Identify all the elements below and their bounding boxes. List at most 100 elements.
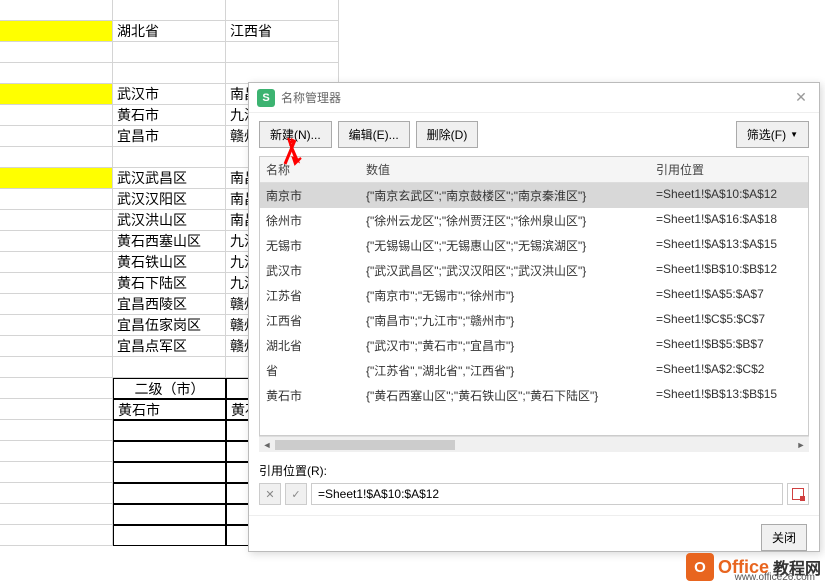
sheet-cell[interactable] bbox=[0, 147, 113, 168]
row-reference: =Sheet1!$B$10:$B$12 bbox=[650, 258, 800, 283]
name-list: 名称 数值 引用位置 南京市{"南京玄武区";"南京鼓楼区";"南京秦淮区"}=… bbox=[259, 156, 809, 436]
sheet-cell[interactable] bbox=[113, 147, 226, 168]
app-logo-icon: S bbox=[257, 89, 275, 107]
row-name: 省 bbox=[260, 358, 360, 383]
sheet-cell[interactable] bbox=[113, 0, 226, 21]
sheet-row bbox=[0, 42, 825, 63]
name-row[interactable]: 湖北省{"武汉市";"黄石市";"宜昌市"}=Sheet1!$B$5:$B$7 bbox=[260, 333, 808, 358]
sheet-cell[interactable] bbox=[0, 63, 113, 84]
new-button[interactable]: 新建(N)... bbox=[259, 121, 332, 148]
column-value[interactable]: 数值 bbox=[360, 157, 650, 182]
sheet-cell[interactable] bbox=[226, 42, 339, 63]
sheet-cell[interactable]: 黄石下陆区 bbox=[113, 273, 226, 294]
sheet-cell[interactable]: 黄石西塞山区 bbox=[113, 231, 226, 252]
sheet-cell[interactable] bbox=[0, 462, 113, 483]
scroll-right-icon[interactable]: ► bbox=[793, 437, 809, 453]
name-row[interactable]: 徐州市{"徐州云龙区";"徐州贾汪区";"徐州泉山区"}=Sheet1!$A$1… bbox=[260, 208, 808, 233]
list-scrollbar[interactable]: ◄ ► bbox=[259, 436, 809, 452]
sheet-cell[interactable]: 黄石市 bbox=[113, 105, 226, 126]
sheet-cell[interactable] bbox=[113, 420, 226, 441]
sheet-cell[interactable] bbox=[0, 252, 113, 273]
sheet-cell[interactable] bbox=[0, 42, 113, 63]
row-reference: =Sheet1!$A$13:$A$15 bbox=[650, 233, 800, 258]
row-value: {"南昌市";"九江市";"赣州市"} bbox=[360, 308, 650, 333]
sheet-cell[interactable]: 宜昌点军区 bbox=[113, 336, 226, 357]
name-row[interactable]: 武汉市{"武汉武昌区";"武汉汉阳区";"武汉洪山区"}=Sheet1!$B$1… bbox=[260, 258, 808, 283]
sheet-cell[interactable] bbox=[0, 525, 113, 546]
sheet-row: 湖北省江西省 bbox=[0, 21, 825, 42]
sheet-cell[interactable]: 宜昌西陵区 bbox=[113, 294, 226, 315]
sheet-cell[interactable]: 宜昌市 bbox=[113, 126, 226, 147]
sheet-cell[interactable] bbox=[0, 504, 113, 525]
close-icon[interactable]: ✕ bbox=[791, 88, 811, 108]
chevron-down-icon: ▼ bbox=[790, 130, 798, 139]
sheet-cell[interactable] bbox=[0, 336, 113, 357]
sheet-cell[interactable] bbox=[0, 126, 113, 147]
row-reference: =Sheet1!$C$5:$C$7 bbox=[650, 308, 800, 333]
name-row[interactable]: 南京市{"南京玄武区";"南京鼓楼区";"南京秦淮区"}=Sheet1!$A$1… bbox=[260, 183, 808, 208]
reference-input[interactable] bbox=[311, 483, 783, 505]
filter-label: 筛选(F) bbox=[747, 126, 786, 143]
row-value: {"南京玄武区";"南京鼓楼区";"南京秦淮区"} bbox=[360, 183, 650, 208]
sheet-cell[interactable] bbox=[0, 357, 113, 378]
name-row[interactable]: 江苏省{"南京市";"无锡市";"徐州市"}=Sheet1!$A$5:$A$7 bbox=[260, 283, 808, 308]
sheet-cell[interactable]: 武汉汉阳区 bbox=[113, 189, 226, 210]
sheet-cell[interactable]: 湖北省 bbox=[113, 21, 226, 42]
sheet-cell[interactable] bbox=[0, 105, 113, 126]
row-reference: =Sheet1!$A$16:$A$18 bbox=[650, 208, 800, 233]
table-header-cell[interactable] bbox=[0, 378, 113, 399]
row-value: {"无锡锡山区";"无锡惠山区";"无锡滨湖区"} bbox=[360, 233, 650, 258]
sheet-cell[interactable] bbox=[113, 357, 226, 378]
scroll-left-icon[interactable]: ◄ bbox=[259, 437, 275, 453]
sheet-cell[interactable] bbox=[113, 504, 226, 525]
sheet-cell[interactable]: 宜昌伍家岗区 bbox=[113, 315, 226, 336]
sheet-cell[interactable] bbox=[0, 483, 113, 504]
table-header-cell[interactable]: 二级（市） bbox=[113, 378, 226, 399]
list-body: 南京市{"南京玄武区";"南京鼓楼区";"南京秦淮区"}=Sheet1!$A$1… bbox=[260, 183, 808, 408]
sheet-cell[interactable] bbox=[113, 462, 226, 483]
name-row[interactable]: 江西省{"南昌市";"九江市";"赣州市"}=Sheet1!$C$5:$C$7 bbox=[260, 308, 808, 333]
sheet-cell[interactable] bbox=[0, 21, 113, 42]
column-name[interactable]: 名称 bbox=[260, 157, 360, 182]
sheet-cell[interactable] bbox=[0, 231, 113, 252]
name-row[interactable]: 无锡市{"无锡锡山区";"无锡惠山区";"无锡滨湖区"}=Sheet1!$A$1… bbox=[260, 233, 808, 258]
delete-button[interactable]: 删除(D) bbox=[416, 121, 479, 148]
sheet-cell[interactable] bbox=[0, 210, 113, 231]
close-button[interactable]: 关闭 bbox=[761, 524, 807, 551]
ref-cancel-icon[interactable]: ✕ bbox=[259, 483, 281, 505]
watermark-url: www.office26.com bbox=[735, 572, 815, 583]
edit-button[interactable]: 编辑(E)... bbox=[338, 121, 410, 148]
sheet-cell[interactable]: 武汉武昌区 bbox=[113, 168, 226, 189]
sheet-cell[interactable] bbox=[0, 0, 113, 21]
sheet-cell[interactable] bbox=[113, 525, 226, 546]
sheet-cell[interactable] bbox=[0, 168, 113, 189]
name-row[interactable]: 省{"江苏省","湖北省","江西省"}=Sheet1!$A$2:$C$2 bbox=[260, 358, 808, 383]
sheet-cell[interactable]: 江西省 bbox=[226, 21, 339, 42]
sheet-cell[interactable]: 黄石铁山区 bbox=[113, 252, 226, 273]
name-row[interactable]: 黄石市{"黄石西塞山区";"黄石铁山区";"黄石下陆区"}=Sheet1!$B$… bbox=[260, 383, 808, 408]
sheet-cell[interactable] bbox=[113, 441, 226, 462]
dialog-titlebar: S 名称管理器 ✕ bbox=[249, 83, 819, 113]
sheet-cell[interactable] bbox=[113, 483, 226, 504]
sheet-cell[interactable] bbox=[0, 420, 113, 441]
sheet-cell[interactable]: 武汉洪山区 bbox=[113, 210, 226, 231]
sheet-cell[interactable] bbox=[0, 294, 113, 315]
sheet-cell[interactable] bbox=[113, 42, 226, 63]
table-data-cell[interactable]: 黄石市 bbox=[113, 399, 226, 420]
column-reference[interactable]: 引用位置 bbox=[650, 157, 800, 182]
sheet-cell[interactable] bbox=[226, 63, 339, 84]
table-data-cell[interactable] bbox=[0, 399, 113, 420]
sheet-cell[interactable] bbox=[0, 84, 113, 105]
sheet-cell[interactable] bbox=[0, 441, 113, 462]
sheet-cell[interactable] bbox=[0, 189, 113, 210]
filter-button[interactable]: 筛选(F) ▼ bbox=[736, 121, 809, 148]
range-picker-icon[interactable] bbox=[787, 483, 809, 505]
sheet-cell[interactable]: 武汉市 bbox=[113, 84, 226, 105]
row-value: {"武汉武昌区";"武汉汉阳区";"武汉洪山区"} bbox=[360, 258, 650, 283]
sheet-row bbox=[0, 63, 825, 84]
sheet-cell[interactable] bbox=[0, 273, 113, 294]
ref-accept-icon[interactable]: ✓ bbox=[285, 483, 307, 505]
sheet-cell[interactable] bbox=[0, 315, 113, 336]
sheet-cell[interactable] bbox=[113, 63, 226, 84]
sheet-cell[interactable] bbox=[226, 0, 339, 21]
